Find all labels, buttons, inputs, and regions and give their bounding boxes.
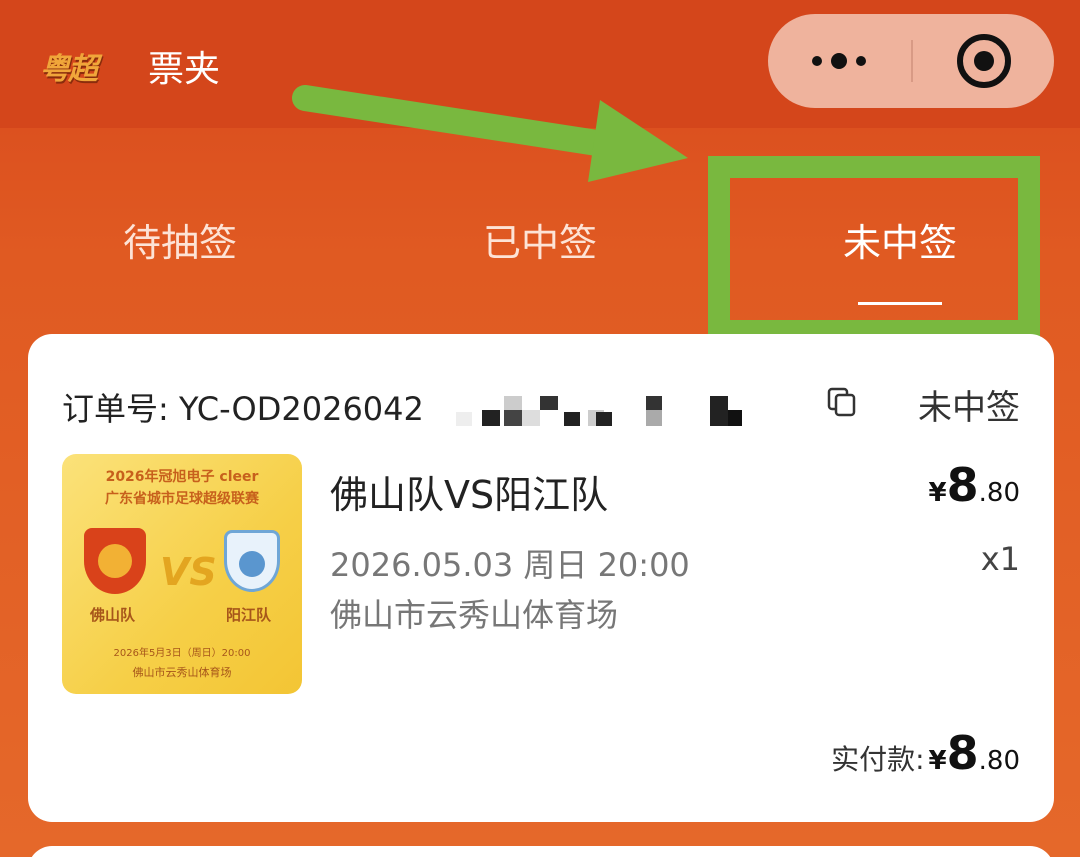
ticket-price: ¥ 8 .80 — [929, 458, 1020, 512]
poster-title-line1: 2026年冠旭电子 cleer — [105, 469, 259, 485]
paid-label: 实付款: — [831, 743, 925, 776]
price-decimal: .80 — [978, 478, 1020, 508]
paid-currency: ¥ — [928, 746, 947, 776]
poster-venue: 佛山市云秀山体育场 — [132, 666, 232, 679]
match-poster: 2026年冠旭电子 cleer 广东省城市足球超级联赛 VS 佛山队 阳江队 2… — [62, 454, 302, 694]
amount-paid: 实付款: ¥ 8 .80 — [831, 726, 1020, 780]
annotation-highlight-box — [708, 156, 1040, 342]
poster-date: 2026年5月3日（周日）20:00 — [113, 648, 251, 659]
order-number: 订单号: YC-OD2026042 — [62, 390, 424, 428]
poster-vs: VS — [160, 550, 217, 594]
poster-team-left: 佛山队 — [90, 606, 136, 624]
match-title: 佛山队VS阳江队 — [330, 473, 609, 517]
paid-decimal: .80 — [978, 746, 1020, 776]
yangjiang-badge-icon — [224, 530, 280, 592]
paid-integer: 8 — [946, 726, 979, 780]
match-datetime: 2026.05.03 周日 20:00 — [330, 546, 690, 584]
foshan-badge-icon — [84, 528, 146, 594]
order-status: 未中签 — [918, 388, 1020, 428]
redacted-mosaic — [456, 396, 816, 426]
poster-title-line2: 广东省城市足球超级联赛 — [105, 491, 259, 507]
price-integer: 8 — [946, 458, 979, 512]
ticket-quantity: x1 — [980, 540, 1020, 578]
copy-icon[interactable] — [826, 386, 858, 418]
order-card[interactable]: 订单号: YC-OD2026042 未中签 2026年冠旭电子 cleer 广东… — [28, 334, 1054, 822]
poster-team-right: 阳江队 — [226, 606, 272, 624]
next-order-card[interactable] — [28, 846, 1054, 857]
match-venue: 佛山市云秀山体育场 — [330, 596, 619, 634]
price-currency: ¥ — [928, 478, 947, 508]
